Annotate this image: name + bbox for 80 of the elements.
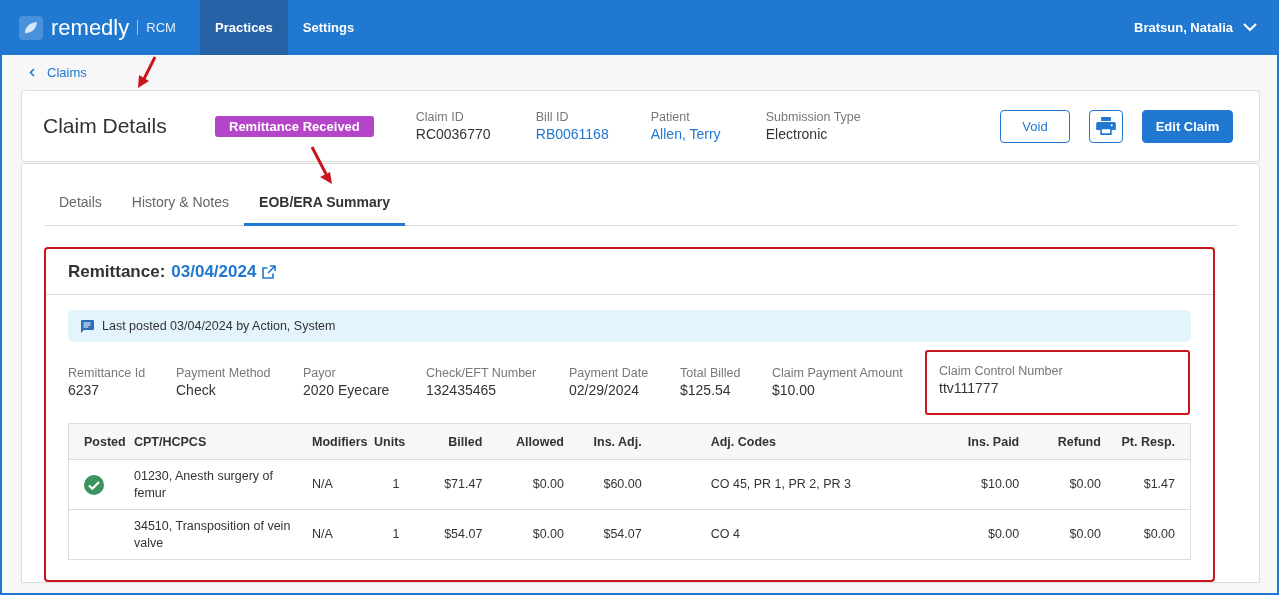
leaf-logo-icon: [19, 15, 43, 40]
column-header: Posted: [68, 423, 126, 460]
field-label: Remittance Id: [68, 366, 147, 380]
table-cell: $60.00: [571, 459, 703, 510]
logo-text: remedly: [51, 14, 130, 41]
chevron-left-icon: [29, 68, 35, 77]
field-value: $125.54: [680, 382, 732, 398]
logo-subtitle: RCM: [137, 20, 176, 35]
page-title: Claim Details: [43, 114, 168, 138]
column-header: Ins. Paid: [945, 423, 1028, 460]
field-label: Total Billed: [680, 366, 742, 380]
table-cell: CO 4: [702, 509, 946, 560]
table-cell: $54.07: [571, 509, 703, 560]
table-cell: $10.00: [945, 459, 1028, 510]
user-name[interactable]: Bratsun, Natalia: [1134, 20, 1233, 35]
column-header: Billed: [413, 423, 491, 460]
notice-text: Last posted 03/04/2024 by Action, System: [102, 319, 336, 333]
annotation-arrow: [136, 55, 158, 89]
field-value: 6237: [68, 382, 101, 398]
field-link[interactable]: Allen, Terry: [650, 126, 766, 142]
table-cell: 1: [367, 509, 414, 560]
table-cell: $0.00: [1027, 509, 1109, 560]
table-cell: $71.47: [413, 459, 491, 510]
table-cell: 34510, Transposition of vein valve: [126, 509, 304, 560]
annotation-arrow: [309, 145, 335, 185]
remittance-date-link[interactable]: 03/04/2024: [171, 261, 257, 282]
field-value: ttv111777: [939, 379, 1000, 396]
status-badge: Remittance Received: [215, 115, 374, 137]
external-link-icon[interactable]: [262, 264, 277, 279]
column-header: Allowed: [490, 423, 572, 460]
field-label: Bill ID: [535, 110, 570, 124]
table-cell: 01230, Anesth surgery of femur: [126, 459, 304, 510]
field-value: $10.00: [772, 382, 816, 398]
table-cell: N/A: [304, 459, 368, 510]
nav-tab[interactable]: Settings: [287, 0, 370, 55]
column-header: Refund: [1027, 423, 1109, 460]
field-value: 132435465: [426, 382, 498, 398]
table-cell: 1: [367, 459, 414, 510]
tab[interactable]: Details: [44, 180, 117, 226]
field-label: Patient: [650, 110, 691, 124]
chat-icon: [80, 319, 94, 333]
table-cell: $0.00: [490, 509, 572, 560]
tab[interactable]: EOB/ERA Summary: [244, 180, 405, 226]
void-button[interactable]: Void: [1000, 109, 1070, 143]
nav-tab[interactable]: Practices: [200, 0, 288, 55]
remittance-title: Remittance:: [68, 261, 166, 282]
field-value: Electronic: [765, 126, 829, 142]
field-value: 02/29/2024: [569, 382, 641, 398]
field-value: RC0036770: [415, 126, 492, 142]
field-label: Payor: [303, 366, 337, 380]
table-cell: $0.00: [490, 459, 572, 510]
print-button[interactable]: [1089, 109, 1123, 143]
column-header: Adj. Codes: [702, 423, 946, 460]
field-value: 2020 Eyecare: [303, 382, 391, 398]
back-link[interactable]: Claims: [21, 55, 1260, 90]
table-cell: $54.07: [413, 509, 491, 560]
chevron-down-icon[interactable]: [1243, 23, 1257, 32]
field-label: Claim ID: [415, 110, 465, 124]
printer-icon: [1096, 117, 1116, 135]
table-cell: N/A: [304, 509, 368, 560]
column-header: Pt. Resp.: [1108, 423, 1191, 460]
table-cell: CO 45, PR 1, PR 2, PR 3: [702, 459, 946, 510]
field-label: Claim Payment Amount: [772, 366, 904, 380]
field-label: Check/EFT Number: [426, 366, 538, 380]
field-label: Payment Method: [176, 366, 272, 380]
table-cell: $0.00: [1108, 509, 1191, 560]
column-header: Modifiers: [304, 423, 368, 460]
field-label: Submission Type: [765, 110, 862, 124]
field-value: Check: [176, 382, 217, 398]
field-label: Claim Control Number: [939, 363, 1064, 378]
column-header: CPT/HCPCS: [126, 423, 304, 460]
field-label: Payment Date: [569, 366, 650, 380]
column-header: Ins. Adj.: [571, 423, 703, 460]
edit-claim-button[interactable]: Edit Claim: [1142, 109, 1233, 143]
table-cell: $0.00: [945, 509, 1028, 560]
table-cell: $1.47: [1108, 459, 1191, 510]
field-link[interactable]: RB0061168: [535, 126, 651, 142]
table-cell: $0.00: [1027, 459, 1109, 510]
column-header: Units: [367, 423, 414, 460]
tab[interactable]: History & Notes: [116, 180, 245, 226]
